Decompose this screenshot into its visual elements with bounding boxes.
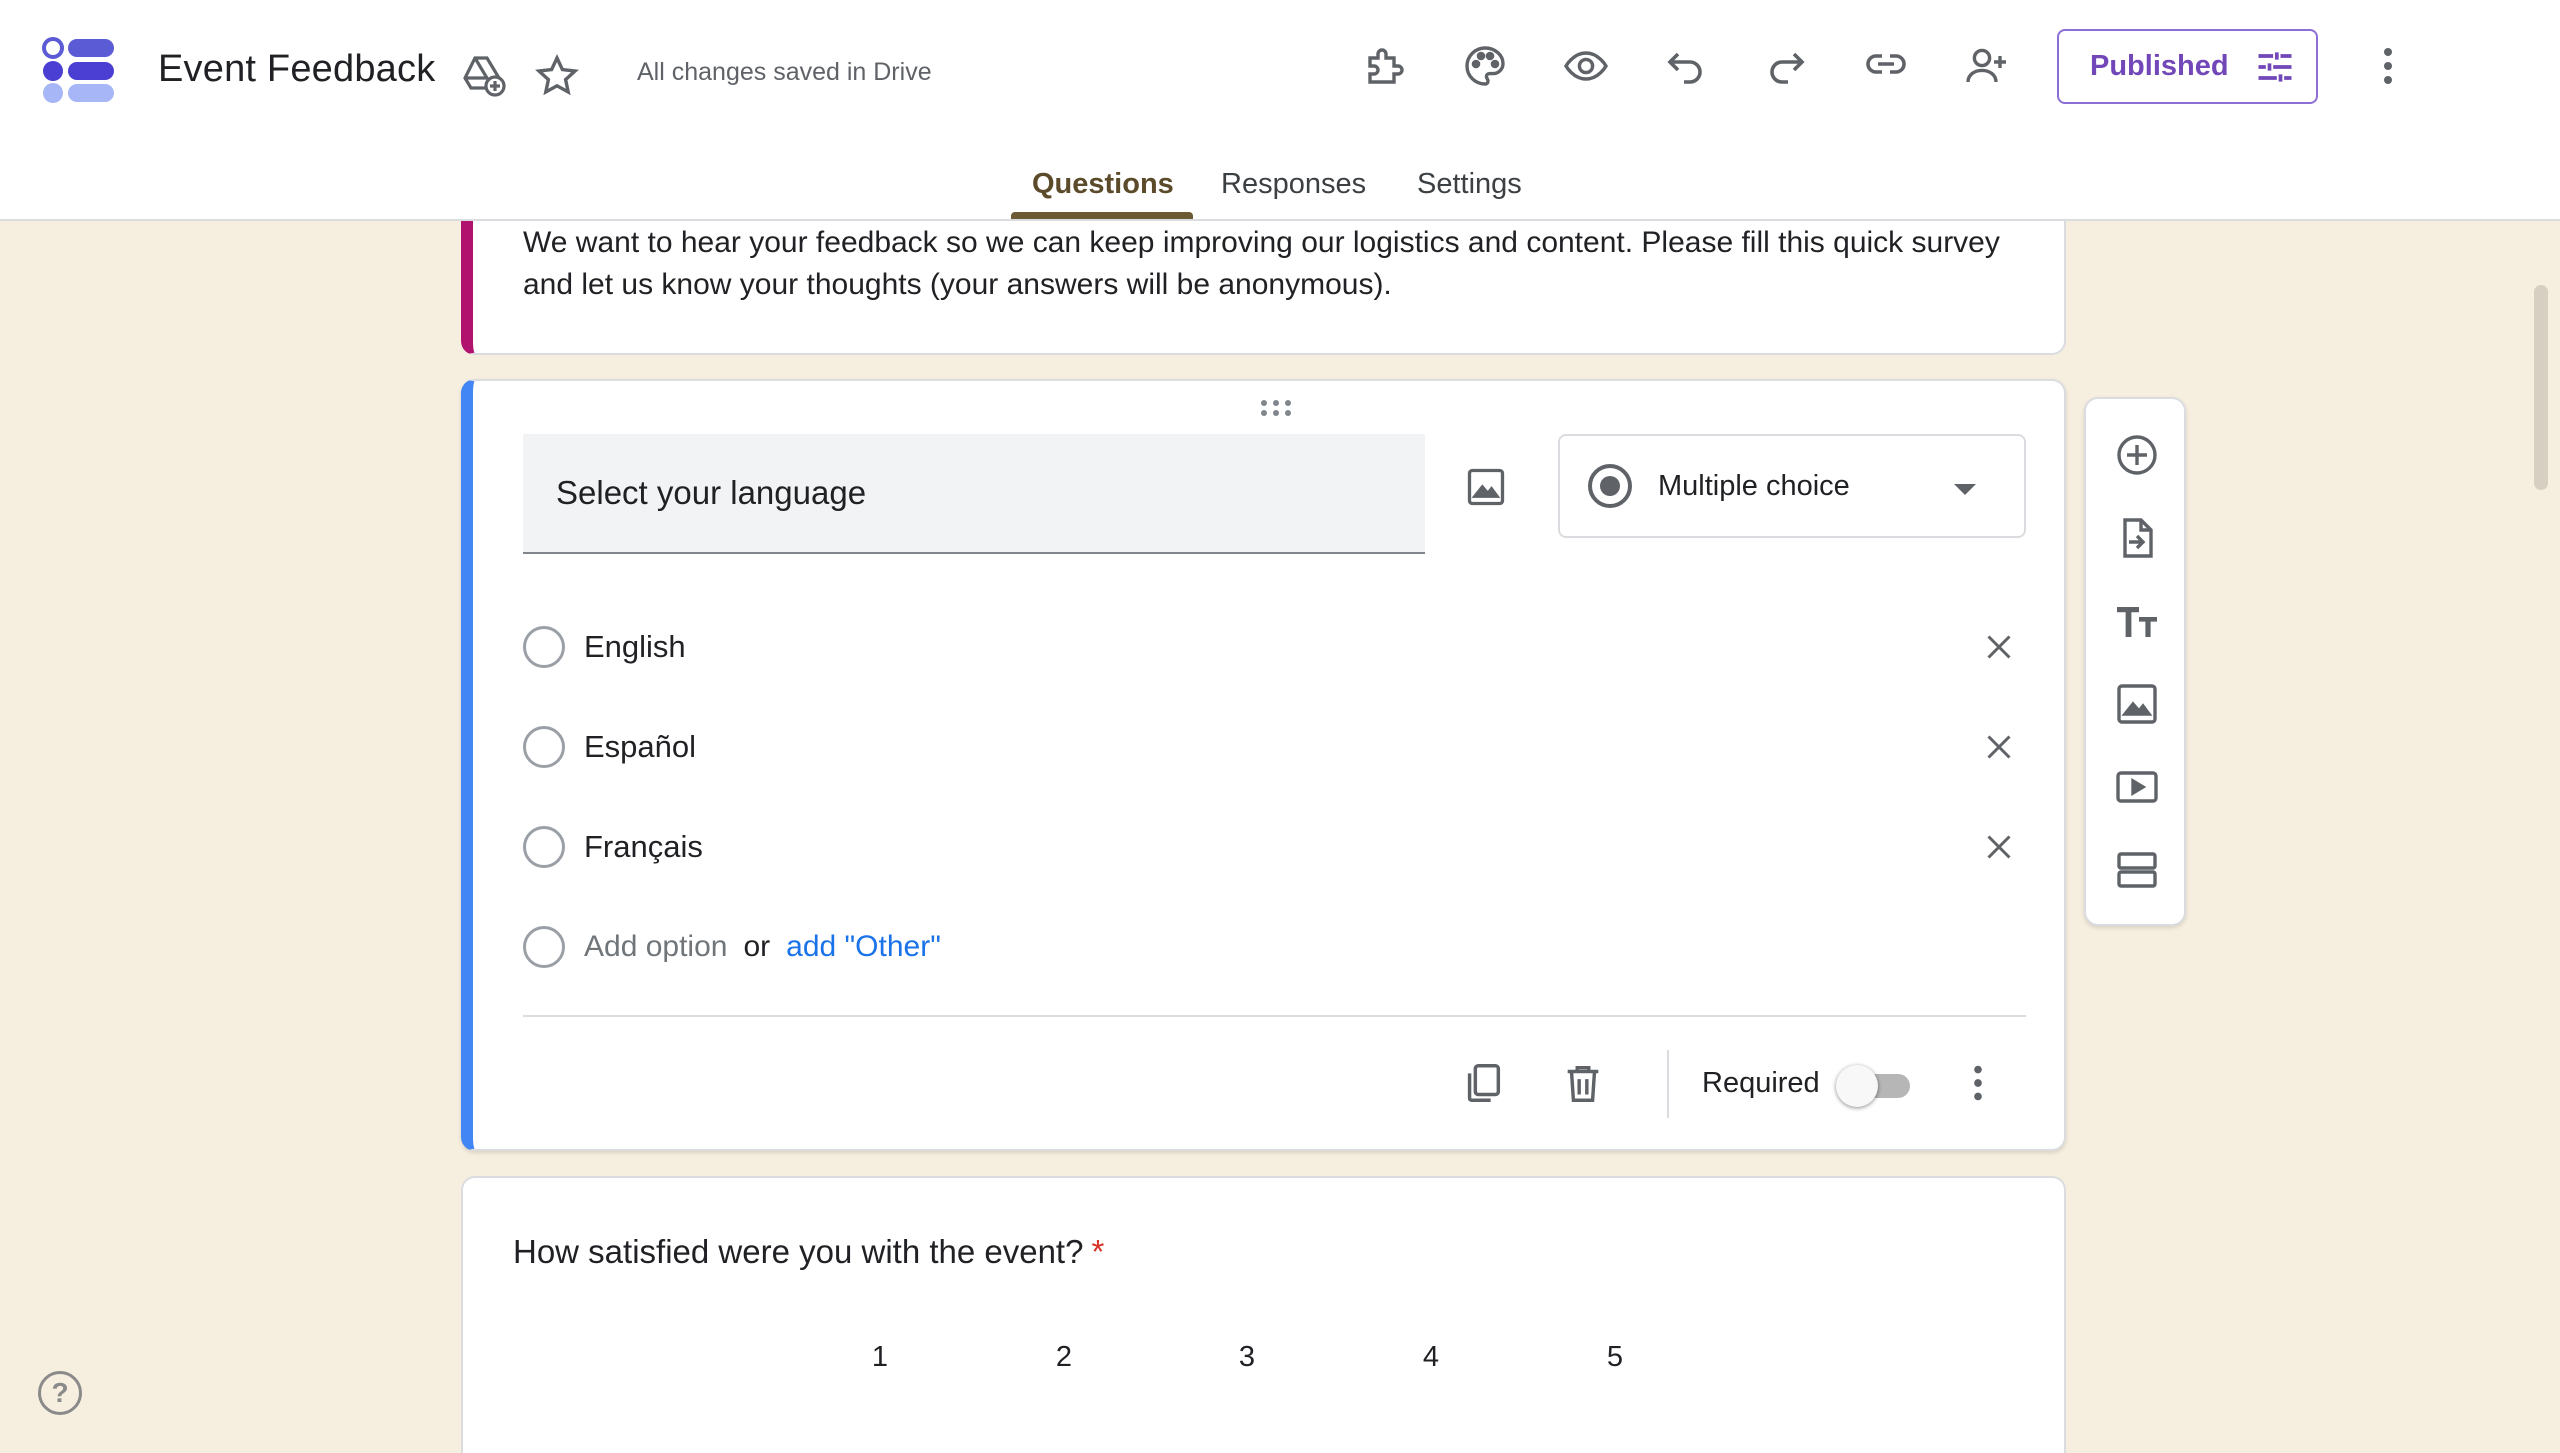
- question-card-satisfaction[interactable]: How satisfied were you with the event? * …: [461, 1176, 2066, 1453]
- question-title-text: How satisfied were you with the event?: [513, 1233, 1084, 1270]
- scale-label-3: 3: [1238, 1341, 1256, 1373]
- radio-icon: [523, 626, 565, 668]
- add-question-icon[interactable]: [2111, 429, 2163, 481]
- add-video-icon[interactable]: [2111, 761, 2163, 813]
- option-row[interactable]: Español: [523, 717, 2023, 777]
- add-title-icon[interactable]: [2111, 595, 2163, 647]
- star-icon[interactable]: [533, 52, 581, 100]
- palette-icon[interactable]: [1461, 42, 1509, 90]
- question-type-dropdown[interactable]: Multiple choice: [1558, 434, 2026, 538]
- floating-toolbar: [2084, 397, 2186, 926]
- publish-settings-icon: [2258, 51, 2292, 82]
- add-option-input[interactable]: Add option: [584, 930, 727, 964]
- remove-option-icon[interactable]: [1975, 623, 2023, 671]
- tab-responses[interactable]: Responses: [1221, 168, 1366, 201]
- add-option-row: Add option or add "Other": [523, 917, 2023, 977]
- radio-icon: [523, 726, 565, 768]
- form-tabs: Questions Responses Settings: [0, 160, 2560, 221]
- footer-separator: [1667, 1050, 1669, 1118]
- published-label: Published: [2090, 50, 2229, 82]
- option-label[interactable]: Español: [584, 729, 696, 765]
- or-text: or: [743, 930, 771, 963]
- scale-label-2: 2: [1055, 1341, 1073, 1373]
- radio-icon: [523, 826, 565, 868]
- option-label[interactable]: Français: [584, 829, 703, 865]
- tab-questions[interactable]: Questions: [1032, 168, 1174, 201]
- help-icon[interactable]: ?: [38, 1371, 82, 1415]
- scale-label-5: 5: [1606, 1341, 1624, 1373]
- import-questions-icon[interactable]: [2111, 512, 2163, 564]
- add-collaborator-icon[interactable]: [1962, 42, 2010, 90]
- scale-label-4: 4: [1422, 1341, 1440, 1373]
- card-divider: [523, 1015, 2026, 1017]
- tab-settings[interactable]: Settings: [1417, 168, 1522, 201]
- option-row[interactable]: English: [523, 617, 2023, 677]
- active-tab-indicator: [1011, 212, 1193, 219]
- add-to-drive-icon[interactable]: [459, 50, 507, 98]
- published-button[interactable]: Published: [2057, 29, 2318, 104]
- add-section-icon[interactable]: [2111, 844, 2163, 896]
- duplicate-icon[interactable]: [1456, 1056, 1510, 1110]
- remove-option-icon[interactable]: [1975, 723, 2023, 771]
- more-vert-icon[interactable]: [2364, 42, 2412, 90]
- undo-icon[interactable]: [1662, 42, 1710, 90]
- remove-option-icon[interactable]: [1975, 823, 2023, 871]
- question-title-input[interactable]: Select your language: [523, 434, 1425, 554]
- link-icon[interactable]: [1862, 40, 1910, 88]
- app-header: Event Feedback All changes saved in Driv…: [0, 0, 2560, 221]
- required-toggle[interactable]: [1836, 1063, 1914, 1107]
- forms-logo-icon[interactable]: [42, 36, 116, 106]
- add-other-link[interactable]: add "Other": [786, 930, 941, 964]
- question-card-language[interactable]: Select your language Multiple choice Eng…: [461, 379, 2066, 1151]
- delete-trash-icon[interactable]: [1556, 1056, 1610, 1110]
- page-scrollbar[interactable]: [2534, 285, 2548, 490]
- add-image-icon[interactable]: [2111, 678, 2163, 730]
- question-title: How satisfied were you with the event? *: [513, 1233, 1104, 1271]
- toggle-knob: [1836, 1065, 1878, 1107]
- add-image-icon[interactable]: [1460, 461, 1512, 513]
- option-label[interactable]: English: [584, 629, 686, 665]
- radio-button-icon: [1588, 464, 1632, 508]
- save-status: All changes saved in Drive: [637, 58, 932, 86]
- redo-icon[interactable]: [1762, 42, 1810, 90]
- preview-eye-icon[interactable]: [1562, 42, 1610, 90]
- addon-puzzle-icon[interactable]: [1362, 42, 1410, 90]
- more-options-icon[interactable]: [1951, 1056, 2005, 1110]
- form-description[interactable]: We want to hear your feedback so we can …: [523, 222, 2053, 306]
- required-asterisk: *: [1091, 1233, 1105, 1270]
- form-title[interactable]: Event Feedback: [158, 48, 435, 91]
- question-type-label: Multiple choice: [1658, 469, 1850, 502]
- required-label: Required: [1702, 1067, 1820, 1099]
- option-row[interactable]: Français: [523, 817, 2023, 877]
- radio-icon: [523, 926, 565, 968]
- chevron-down-icon: [1954, 484, 1976, 495]
- drag-handle-icon[interactable]: [1256, 397, 1296, 419]
- scale-label-1: 1: [871, 1341, 889, 1373]
